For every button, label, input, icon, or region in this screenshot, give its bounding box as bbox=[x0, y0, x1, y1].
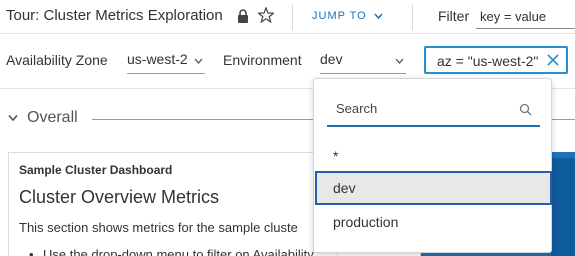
card-header: Sample Cluster Dashboard bbox=[19, 163, 173, 177]
search-input[interactable] bbox=[327, 93, 517, 123]
chevron-down-icon[interactable] bbox=[374, 13, 383, 19]
jump-to-button[interactable]: JUMP TO bbox=[312, 10, 367, 22]
card-description: This section shows metrics for the sampl… bbox=[19, 220, 298, 235]
dropdown-option-selected[interactable]: dev bbox=[315, 171, 552, 205]
dashboard-card: Sample Cluster Dashboard Cluster Overvie… bbox=[8, 152, 338, 256]
lock-icon bbox=[238, 9, 248, 23]
dropdown-option[interactable]: production bbox=[315, 205, 552, 239]
dropdown-search bbox=[327, 93, 540, 127]
availability-zone-select[interactable]: us-west-2 bbox=[127, 48, 205, 74]
page-header: Tour: Cluster Metrics Exploration JUMP T… bbox=[0, 0, 575, 34]
environment-label: Environment bbox=[223, 52, 302, 68]
search-icon bbox=[519, 103, 532, 116]
active-filter-text: az = "us-west-2" bbox=[437, 53, 539, 69]
dropdown-option[interactable]: * bbox=[315, 139, 552, 173]
environment-select[interactable]: dev bbox=[320, 48, 406, 74]
header-divider bbox=[412, 4, 413, 30]
star-icon[interactable] bbox=[258, 7, 274, 23]
header-divider bbox=[292, 4, 293, 30]
card-title: Cluster Overview Metrics bbox=[19, 187, 220, 207]
chart-panel-stripe bbox=[551, 158, 575, 256]
availability-zone-label: Availability Zone bbox=[6, 52, 108, 68]
filter-input[interactable] bbox=[476, 5, 575, 29]
filter-label: Filter bbox=[438, 8, 470, 24]
chevron-down-icon[interactable] bbox=[8, 114, 18, 122]
chevron-down-icon bbox=[194, 58, 203, 64]
availability-zone-value: us-west-2 bbox=[127, 51, 188, 67]
environment-value: dev bbox=[320, 51, 343, 67]
section-title[interactable]: Overall bbox=[27, 109, 78, 127]
close-icon[interactable] bbox=[547, 54, 559, 66]
page-title: Tour: Cluster Metrics Exploration bbox=[6, 7, 223, 24]
card-bullet: Use the drop-down menu to filter on Avai… bbox=[29, 247, 314, 256]
chevron-down-icon bbox=[395, 58, 404, 64]
environment-dropdown: * dev production bbox=[313, 78, 552, 253]
active-filter-pill[interactable]: az = "us-west-2" bbox=[424, 46, 568, 74]
